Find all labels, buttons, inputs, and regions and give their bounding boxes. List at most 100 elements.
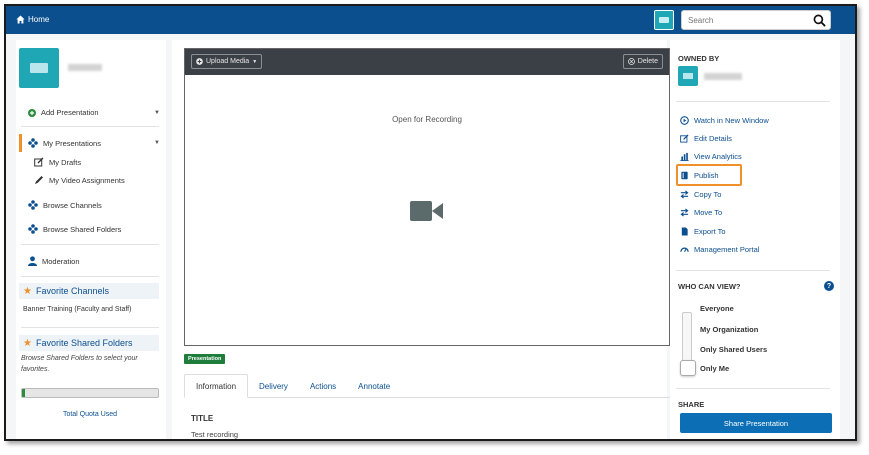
blurred-user-name bbox=[68, 64, 102, 71]
close-circle-icon bbox=[627, 58, 635, 65]
export-to-label: Export To bbox=[694, 227, 726, 236]
favorite-channels-title: Favorite Channels bbox=[35, 286, 110, 296]
search-input[interactable] bbox=[682, 11, 802, 29]
search-icon[interactable] bbox=[813, 14, 826, 27]
quota-fill bbox=[22, 389, 25, 397]
exchange-icon bbox=[680, 208, 689, 217]
favorite-channels-header: ★ Favorite Channels bbox=[19, 283, 159, 299]
user-avatar bbox=[19, 48, 59, 88]
share-heading: SHARE bbox=[678, 400, 705, 409]
copy-to-action[interactable]: Copy To bbox=[680, 190, 721, 199]
sidebar-item-my-video-assignments[interactable]: My Video Assignments bbox=[34, 175, 125, 185]
view-option-everyone[interactable]: Everyone bbox=[700, 304, 734, 313]
view-analytics-label: View Analytics bbox=[694, 152, 742, 161]
favorite-folders-title: Favorite Shared Folders bbox=[35, 338, 133, 348]
who-can-view-heading: WHO CAN VIEW? bbox=[678, 282, 741, 291]
divider bbox=[21, 327, 159, 328]
owned-by-heading: OWNED BY bbox=[678, 54, 720, 63]
divider bbox=[21, 244, 159, 245]
quota-progress-bar bbox=[21, 388, 159, 398]
browse-channels-label: Browse Channels bbox=[43, 200, 102, 210]
bar-chart-icon bbox=[680, 152, 689, 161]
detail-tabs: Information Delivery Actions Annotate bbox=[184, 374, 670, 398]
add-presentation-menu[interactable]: Add Presentation bbox=[28, 108, 99, 117]
my-drafts-label: My Drafts bbox=[49, 157, 82, 167]
divider bbox=[676, 388, 830, 389]
divider bbox=[676, 101, 830, 102]
publish-label: Publish bbox=[694, 171, 719, 180]
view-option-my-organization[interactable]: My Organization bbox=[700, 325, 758, 334]
watch-new-window-action[interactable]: Watch in New Window bbox=[680, 116, 769, 125]
star-icon: ★ bbox=[23, 337, 32, 349]
sidebar-item-browse-shared-folders[interactable]: Browse Shared Folders bbox=[28, 224, 121, 234]
quota-label[interactable]: Total Quota Used bbox=[21, 411, 159, 418]
sidebar-item-moderation[interactable]: Moderation bbox=[28, 256, 80, 266]
player-toolbar: Upload Media ▼ Delete bbox=[185, 49, 669, 75]
favorite-folders-note: Browse Shared Folders to select your fav… bbox=[21, 355, 138, 373]
add-presentation-label: Add Presentation bbox=[41, 108, 99, 117]
copy-to-label: Copy To bbox=[694, 190, 722, 199]
browser-frame: Home Add Presentation ▼ My Presentations… bbox=[4, 4, 857, 441]
chevron-down-icon[interactable]: ▼ bbox=[154, 110, 160, 116]
divider bbox=[676, 270, 830, 271]
favorite-folders-header: ★ Favorite Shared Folders bbox=[19, 335, 159, 351]
delete-label: Delete bbox=[637, 58, 658, 65]
publish-action[interactable]: Publish bbox=[680, 171, 719, 180]
sidebar-item-my-drafts[interactable]: My Drafts bbox=[34, 157, 81, 167]
dashboard-icon bbox=[680, 247, 689, 253]
view-option-only-shared-users[interactable]: Only Shared Users bbox=[700, 345, 767, 354]
title-heading: TITLE bbox=[191, 414, 214, 423]
my-presentations-label: My Presentations bbox=[43, 138, 101, 148]
app-switcher-icon[interactable] bbox=[654, 10, 674, 30]
presentation-badge: Presentation bbox=[184, 354, 226, 364]
sidebar-item-my-presentations[interactable]: My Presentations bbox=[28, 138, 101, 148]
blurred-owner-name bbox=[704, 73, 742, 80]
home-link[interactable]: Home bbox=[16, 15, 49, 24]
view-option-only-me[interactable]: Only Me bbox=[700, 364, 729, 373]
export-to-action[interactable]: Export To bbox=[680, 227, 726, 236]
watch-new-window-label: Watch in New Window bbox=[694, 116, 769, 125]
book-icon bbox=[681, 171, 688, 180]
tab-annotate[interactable]: Annotate bbox=[347, 374, 401, 398]
management-portal-action[interactable]: Management Portal bbox=[680, 245, 759, 254]
tab-actions[interactable]: Actions bbox=[299, 374, 347, 398]
owner-avatar bbox=[678, 66, 698, 86]
right-sidebar: OWNED BY Watch in New Window Edit Detail… bbox=[670, 40, 840, 439]
exchange-icon bbox=[680, 190, 689, 199]
file-icon bbox=[681, 227, 688, 236]
folders-cluster-icon bbox=[28, 224, 38, 234]
chevron-down-icon[interactable]: ▼ bbox=[154, 140, 160, 146]
star-icon: ★ bbox=[23, 285, 32, 297]
edit-details-action[interactable]: Edit Details bbox=[680, 134, 732, 143]
upload-media-label: Upload Media bbox=[206, 58, 250, 65]
video-camera-icon[interactable] bbox=[410, 199, 444, 223]
sidebar-item-browse-channels[interactable]: Browse Channels bbox=[28, 200, 102, 210]
video-player: Upload Media ▼ Delete Open for Recording bbox=[184, 48, 670, 346]
divider bbox=[21, 276, 159, 277]
edit-square-icon bbox=[34, 157, 44, 167]
chevron-down-icon: ▼ bbox=[252, 58, 258, 65]
channels-cluster-icon bbox=[28, 200, 38, 210]
view-analytics-action[interactable]: View Analytics bbox=[680, 152, 742, 161]
user-icon bbox=[28, 256, 37, 266]
presentation-main-panel: Upload Media ▼ Delete Open for Recording… bbox=[172, 40, 670, 439]
move-to-label: Move To bbox=[694, 208, 723, 217]
play-circle-icon bbox=[680, 116, 689, 125]
my-video-assignments-label: My Video Assignments bbox=[49, 175, 125, 185]
move-to-action[interactable]: Move To bbox=[680, 208, 722, 217]
title-value: Test recording bbox=[191, 430, 239, 439]
visibility-slider-handle[interactable] bbox=[680, 360, 696, 376]
edit-icon bbox=[680, 134, 689, 143]
left-navigation-panel: Add Presentation ▼ My Presentations ▼ My… bbox=[16, 40, 166, 439]
share-presentation-button[interactable]: Share Presentation bbox=[680, 413, 832, 433]
tab-information[interactable]: Information bbox=[184, 374, 249, 398]
presentations-cluster-icon bbox=[28, 138, 38, 148]
tab-delivery[interactable]: Delivery bbox=[248, 374, 299, 398]
browse-shared-folders-label: Browse Shared Folders bbox=[43, 224, 122, 234]
delete-button[interactable]: Delete bbox=[622, 54, 663, 69]
pencil-icon bbox=[35, 176, 43, 184]
upload-media-button[interactable]: Upload Media ▼ bbox=[191, 54, 263, 69]
favorite-channel-item[interactable]: Banner Training (Faculty and Staff) bbox=[23, 306, 131, 313]
home-icon bbox=[16, 15, 25, 24]
help-icon[interactable]: ? bbox=[824, 281, 834, 291]
